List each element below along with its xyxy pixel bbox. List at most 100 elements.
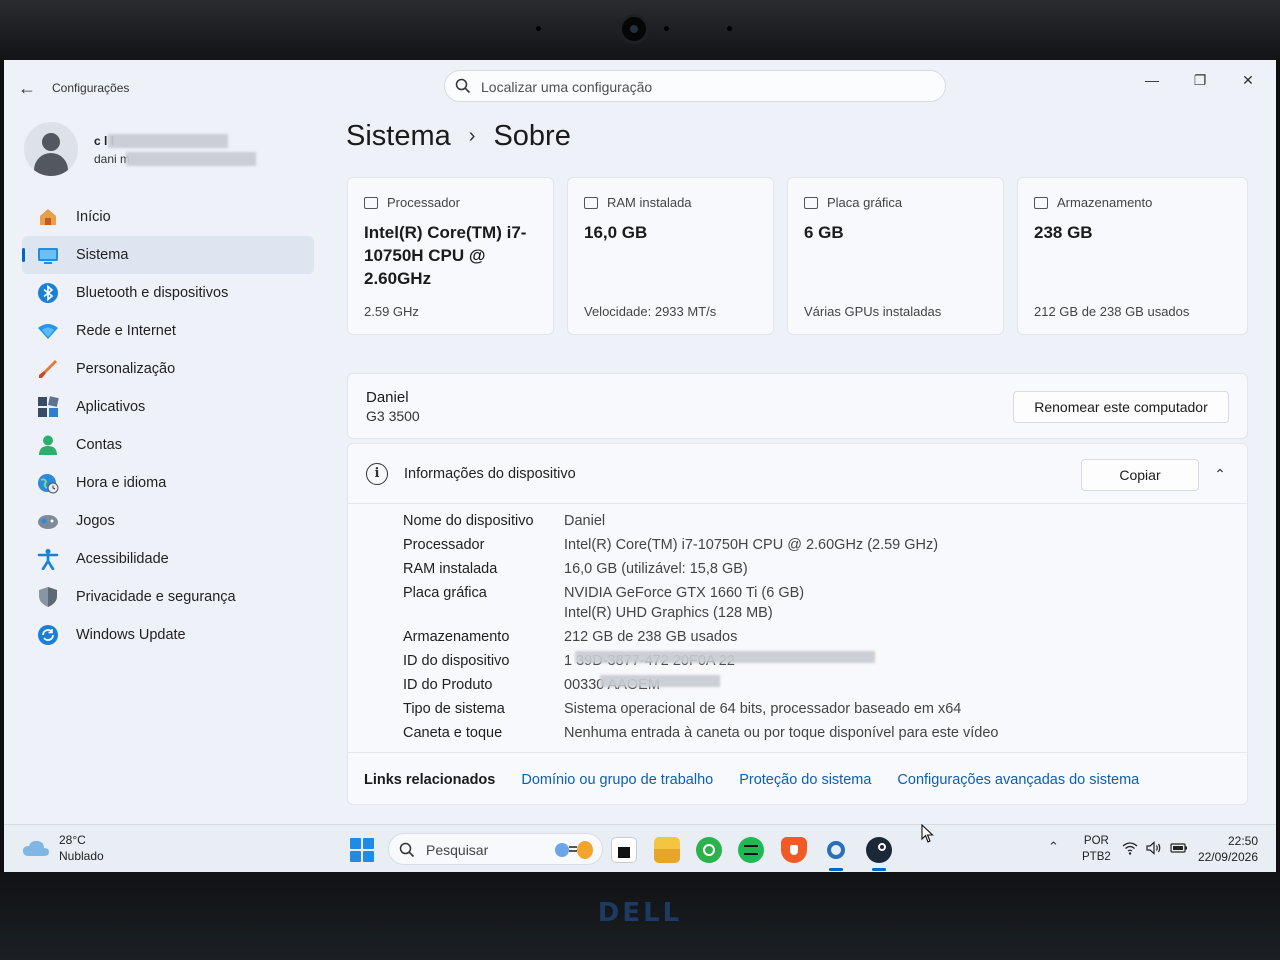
sidebar-item-aplicativos[interactable]: Aplicativos: [22, 388, 314, 426]
summary-card-ram: RAM instalada 16,0 GB Velocidade: 2933 M…: [567, 177, 774, 335]
steam-glyph: [878, 843, 886, 851]
brave-icon[interactable]: [781, 837, 807, 863]
spec-value: 16,0 GB (utilizável: 15,8 GB): [564, 561, 748, 577]
system-tray[interactable]: [1122, 841, 1188, 855]
spec-key: Armazenamento: [403, 629, 510, 645]
spec-key: Caneta e toque: [403, 725, 503, 741]
gear-glyph: [827, 841, 845, 859]
link-config-avancadas[interactable]: Configurações avançadas do sistema: [897, 772, 1139, 788]
user-email: dani m: [94, 152, 131, 166]
card-value: 16,0 GB: [584, 223, 648, 242]
taskbar: 28°C Nublado Pesquisar ⌃ POR PTB2 22:50: [4, 824, 1276, 872]
steam-icon[interactable]: [866, 837, 892, 871]
sidebar-item-label: Aplicativos: [76, 399, 146, 415]
taskbar-clock[interactable]: 22:50 22/09/2026: [1190, 833, 1258, 865]
settings-icon[interactable]: [823, 837, 849, 871]
device-spec-table: Nome do dispositivo Daniel Processador Int…: [403, 511, 1223, 747]
webcam: [619, 14, 649, 44]
sidebar-item-sistema[interactable]: Sistema: [22, 236, 314, 274]
chevron-up-icon[interactable]: ⌃: [1210, 464, 1230, 484]
sidebar-item-label: Personalização: [76, 361, 176, 377]
device-name: Daniel: [366, 389, 409, 406]
windows-logo-tile: [350, 851, 361, 862]
ram-icon: [584, 196, 598, 209]
sidebar-item-jogos[interactable]: Jogos: [22, 502, 314, 540]
sidebar-item-contas[interactable]: Contas: [22, 426, 314, 464]
spec-row: Caneta e toque Nenhuma entrada à caneta o…: [403, 723, 1223, 743]
volume-icon: [1146, 841, 1161, 855]
windows-logo-tile: [363, 838, 374, 849]
device-info-title: Informações do dispositivo: [404, 466, 576, 482]
search-icon: [455, 78, 471, 94]
settings-search-box[interactable]: [444, 70, 946, 102]
weather-temperature[interactable]: 28°C: [59, 833, 86, 847]
language-code: POR: [1083, 835, 1109, 847]
sensor-dot: [727, 26, 732, 31]
settings-search-input[interactable]: [481, 77, 921, 97]
file-explorer-icon[interactable]: [654, 837, 680, 863]
sidebar-item-inicio[interactable]: Início: [22, 198, 314, 236]
spec-key: ID do Produto: [403, 677, 493, 693]
minimize-button[interactable]: —: [1132, 66, 1172, 94]
breadcrumb: Sistema › Sobre: [346, 120, 571, 153]
back-arrow-icon[interactable]: ←: [18, 78, 36, 99]
language-indicator[interactable]: POR PTB2: [1082, 833, 1111, 865]
spec-value: 212 GB de 238 GB usados: [564, 629, 738, 645]
device-model: G3 3500: [366, 408, 420, 424]
wifi-icon: [36, 319, 60, 343]
sidebar-nav: Início Sistema Bluetooth e dispositivos …: [22, 198, 314, 654]
device-info-card: i Informações do dispositivo Copiar ⌃ No…: [347, 443, 1248, 805]
card-title: Processador: [387, 195, 460, 210]
copy-button[interactable]: Copiar: [1081, 459, 1199, 491]
taskbar-search[interactable]: Pesquisar: [388, 833, 603, 865]
sidebar-item-windows-update[interactable]: Windows Update: [22, 616, 314, 654]
card-subtext: 2.59 GHz: [364, 304, 419, 319]
device-info-header[interactable]: i Informações do dispositivo Copiar ⌃: [348, 444, 1247, 504]
tray-overflow-chevron-icon[interactable]: ⌃: [1048, 839, 1059, 855]
spotify-icon[interactable]: [738, 837, 764, 863]
device-name-card: Daniel G3 3500 Renomear este computador: [347, 373, 1248, 439]
summary-card-processor: Processador Intel(R) Core(TM) i7-10750H …: [347, 177, 554, 335]
link-dominio-grupo[interactable]: Domínio ou grupo de trabalho: [521, 772, 713, 788]
sidebar-item-personalizacao[interactable]: Personalização: [22, 350, 314, 388]
weather-description[interactable]: Nublado: [59, 849, 104, 863]
maximize-button[interactable]: ❐: [1180, 66, 1220, 94]
sidebar-item-privacidade[interactable]: Privacidade e segurança: [22, 578, 314, 616]
battery-icon: [1170, 843, 1187, 853]
sidebar-item-label: Privacidade e segurança: [76, 589, 236, 605]
whatsapp-icon[interactable]: [696, 837, 722, 863]
sidebar-item-label: Bluetooth e dispositivos: [76, 285, 229, 301]
spec-value: Nenhuma entrada à caneta ou por toque di…: [564, 725, 999, 741]
card-subtext: Velocidade: 2933 MT/s: [584, 304, 717, 319]
spec-row: Processador Intel(R) Core(TM) i7-10750H C…: [403, 535, 1223, 555]
info-icon: i: [366, 463, 388, 485]
bluetooth-icon: [36, 281, 60, 305]
avatar-head: [42, 133, 60, 151]
shield-icon: [36, 585, 60, 609]
taskbar-search-label: Pesquisar: [426, 842, 489, 858]
rename-computer-button[interactable]: Renomear este computador: [1013, 391, 1229, 423]
spec-key: Placa gráfica: [403, 585, 487, 601]
terminal-icon[interactable]: [611, 837, 637, 863]
spec-key: RAM instalada: [403, 561, 498, 577]
sidebar-item-label: Windows Update: [76, 627, 186, 643]
sidebar-item-rede[interactable]: Rede e Internet: [22, 312, 314, 350]
spec-row: RAM instalada 16,0 GB (utilizável: 15,8 G…: [403, 559, 1223, 579]
start-button[interactable]: [350, 838, 374, 862]
sidebar-item-acessibilidade[interactable]: Acessibilidade: [22, 540, 314, 578]
link-protecao-sistema[interactable]: Proteção do sistema: [739, 772, 871, 788]
breadcrumb-parent[interactable]: Sistema: [346, 120, 451, 153]
sidebar-item-hora-idioma[interactable]: Hora e idioma: [22, 464, 314, 502]
keyboard-layout: PTB2: [1082, 851, 1111, 863]
user-avatar[interactable]: [24, 122, 78, 176]
summary-card-storage: Armazenamento 238 GB 212 GB de 238 GB us…: [1017, 177, 1248, 335]
card-subtext: 212 GB de 238 GB usados: [1034, 304, 1190, 319]
cloud-icon[interactable]: [22, 839, 50, 857]
spec-row: Nome do dispositivo Daniel: [403, 511, 1223, 531]
sidebar-item-bluetooth[interactable]: Bluetooth e dispositivos: [22, 274, 314, 312]
spec-key: Tipo de sistema: [403, 701, 505, 717]
windows-logo-tile: [350, 838, 361, 849]
summary-card-gpu: Placa gráfica 6 GB Várias GPUs instalada…: [787, 177, 1004, 335]
search-icon: [399, 842, 415, 858]
close-button[interactable]: ✕: [1228, 66, 1268, 94]
